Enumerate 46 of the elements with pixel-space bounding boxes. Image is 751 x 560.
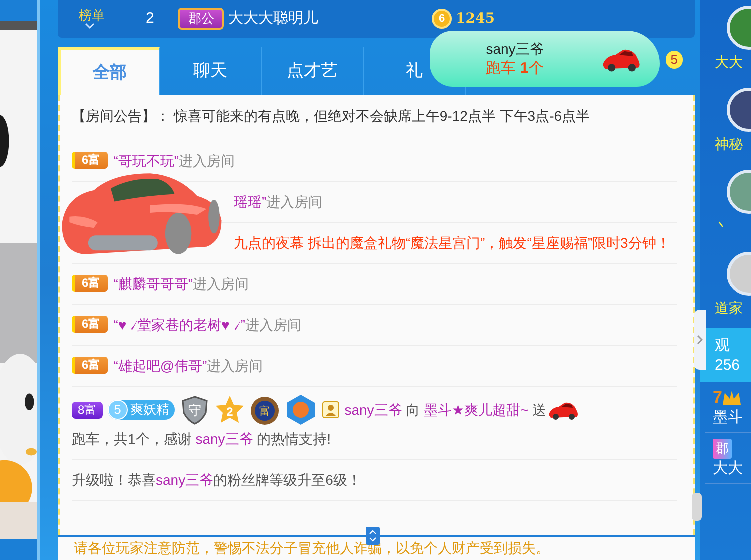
wealth-badge: 8富 [72,402,103,418]
scrollbar-thumb[interactable] [692,493,702,521]
toast-username: sany三爷 [485,40,545,59]
system-message: 九点的夜幕 拆出的魔盒礼物“魔法星宫门”，触发“星座赐福”限时3分钟！ [234,235,670,251]
rank-username: 墨斗 [713,408,744,428]
hexagon-icon [284,394,317,426]
chat-message: 瑶瑶”进入房间 [234,194,323,210]
username: 大大大聪明儿 [228,8,318,29]
count-badge: 5 [666,51,683,69]
announcement-text: 【房间公告】： 惊喜可能来的有点晚，但绝对不会缺席上午9-12点半 下午3点-6点半 [72,108,590,124]
chat-message: 跑车，共1个，感谢 sany三爷 的热情支持! [72,430,332,449]
coin-count: 1245 [456,10,495,28]
guest-name: 神秘 [715,135,743,153]
shield-icon: 守 [180,395,210,425]
wealth-badge: 6富 [72,275,108,292]
guest-name: 大大 [715,53,743,71]
level-number: 7 [713,388,722,408]
chat-message: “♥ ৴堂家巷的老树♥ ৴”进入房间 [114,317,302,333]
toast-gift-text: 跑车 1个 [485,59,545,79]
chat-message: 升级啦！恭喜sany三爷的粉丝牌等级升至6级！ [72,472,362,488]
chat-message: “雄起吧@伟哥”进入房间 [114,358,264,374]
viewer-count: 256 [715,356,742,376]
chat-message: sany三爷 向 墨斗★爽儿超甜~ 送 [344,401,547,420]
viewers-label: 观 [715,336,731,356]
rank-username: 大大 [713,459,744,479]
chevron-right-icon [697,335,703,345]
star-icon: 2 [214,395,245,425]
chevron-down-icon [84,22,96,30]
guest-name: 道家 [715,299,743,317]
user-icon [322,401,340,419]
medal-icon: 富 [250,394,280,426]
guest-name: 丶 [715,217,729,235]
chat-message: “麒麟哥哥哥”进入房间 [114,276,250,292]
crown-icon [722,389,742,407]
wealth-badge: 6富 [72,316,108,333]
leaderboard-label[interactable]: 榜单 [79,8,105,22]
rank-number: 2 [146,8,154,29]
tab[interactable]: 全部 [58,47,160,95]
title-badge: 郡公 [178,8,224,30]
coin-icon: 6 [432,9,452,29]
wealth-badge: 6富 [72,357,108,374]
title-badge: 郡 [713,439,732,459]
collapse-button[interactable] [694,310,706,370]
chat-message: “哥玩不玩”进入房间 [114,153,236,169]
fan-badge: 5 爽妖精 [108,400,175,420]
wealth-badge: 6富 [72,152,108,169]
